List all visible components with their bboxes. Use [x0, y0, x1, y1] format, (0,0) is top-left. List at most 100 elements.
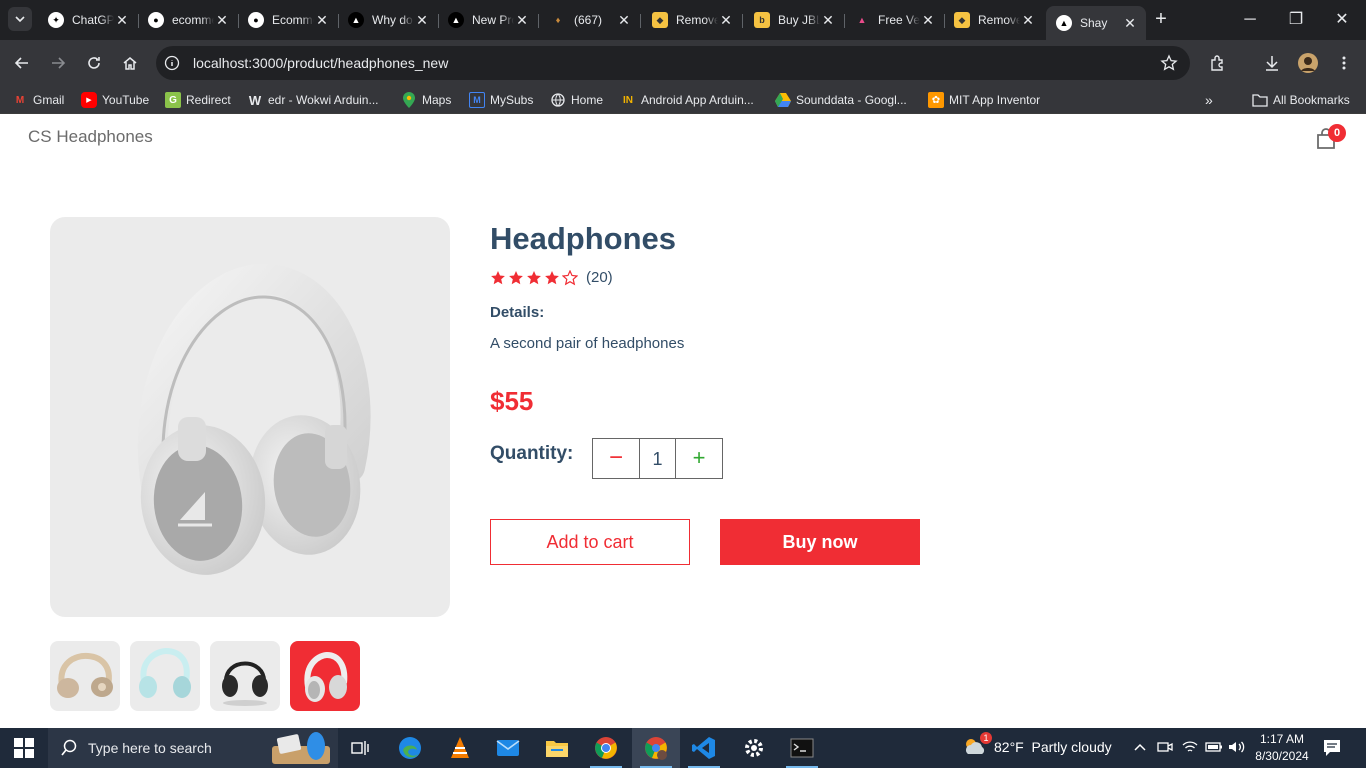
bookmark-android-app[interactable]: IN Android App Arduin... — [620, 92, 754, 108]
address-bar[interactable]: localhost:3000/product/headphones_new — [156, 46, 1190, 80]
profile-avatar[interactable] — [1296, 51, 1320, 75]
reload-button[interactable] — [82, 51, 106, 75]
browser-menu-button[interactable] — [1332, 51, 1356, 75]
bookmark-star-icon[interactable] — [1160, 54, 1178, 77]
buy-now-button[interactable]: Buy now — [720, 519, 920, 565]
close-icon[interactable]: ✕ — [920, 12, 936, 29]
tab-ecommerce[interactable]: ● ecommerce ✕ — [138, 6, 239, 34]
tab-remove-2[interactable]: ◆ Remove ✕ — [944, 6, 1044, 34]
downloads-button[interactable] — [1260, 51, 1284, 75]
settings-app[interactable] — [730, 728, 778, 768]
tab-667[interactable]: ♦ (667) ✕ — [540, 6, 641, 34]
star-filled-icon — [491, 270, 505, 284]
tab-why-do[interactable]: ▲ Why do ✕ — [338, 6, 439, 34]
system-clock[interactable]: 1:17 AM 8/30/2024 — [1250, 731, 1314, 765]
back-button[interactable] — [10, 51, 34, 75]
bookmark-mysubs[interactable]: M MySubs — [469, 92, 533, 108]
file-explorer-app[interactable] — [533, 728, 581, 768]
close-icon[interactable]: ✕ — [314, 12, 330, 29]
tab-remove[interactable]: ◆ Remove ✕ — [642, 6, 743, 34]
wokwi-icon: W — [248, 92, 262, 108]
extensions-button[interactable] — [1206, 51, 1230, 75]
product-price: $55 — [490, 386, 534, 416]
headphones-thumb-icon — [139, 647, 191, 698]
meet-now-icon[interactable] — [1157, 740, 1173, 757]
weather-widget[interactable]: 1 82°F Partly cloudy — [962, 732, 1112, 758]
forward-button[interactable] — [46, 51, 70, 75]
close-icon[interactable]: ✕ — [414, 12, 430, 29]
tab-search-button[interactable] — [8, 7, 32, 31]
task-view-button[interactable] — [336, 728, 384, 768]
globe-icon — [550, 92, 566, 108]
close-icon[interactable]: ✕ — [616, 12, 632, 29]
maps-icon — [401, 92, 417, 108]
close-icon[interactable]: ✕ — [1020, 12, 1036, 29]
minimize-button[interactable]: ─ — [1238, 8, 1262, 32]
bookmark-home[interactable]: Home — [550, 92, 603, 108]
tab-buy-jbl[interactable]: b Buy JBL ✕ — [744, 6, 845, 34]
quantity-value: 1 — [640, 439, 676, 478]
show-hidden-icons-chevron[interactable] — [1133, 740, 1147, 757]
edge-app[interactable] — [386, 728, 434, 768]
start-button[interactable] — [14, 738, 34, 758]
vscode-app[interactable] — [680, 728, 728, 768]
vercel-icon: ▲ — [1056, 15, 1072, 31]
increase-quantity-button[interactable]: + — [676, 439, 722, 478]
avatar-icon — [1298, 53, 1318, 73]
chrome-profile-app[interactable] — [632, 728, 680, 768]
close-icon[interactable]: ✕ — [514, 12, 530, 29]
taskbar-search[interactable]: Type here to search — [48, 728, 338, 768]
remove-bg-icon: ◆ — [652, 12, 668, 28]
tab-ecommerce-2[interactable]: ● Ecommerce ✕ — [238, 6, 339, 34]
site-info-icon[interactable] — [164, 55, 180, 76]
add-to-cart-button[interactable]: Add to cart — [490, 519, 690, 565]
thumbnail-beige-headphones[interactable] — [50, 641, 120, 711]
close-icon[interactable]: ✕ — [718, 12, 734, 29]
chrome-app[interactable] — [582, 728, 630, 768]
star-filled-icon — [527, 270, 541, 284]
vlc-icon — [451, 737, 469, 758]
tab-shay-active[interactable]: ▲ Shay ✕ — [1046, 6, 1146, 40]
restore-button[interactable]: ❐ — [1284, 8, 1308, 32]
all-bookmarks[interactable]: All Bookmarks — [1252, 92, 1350, 108]
drive-icon — [775, 92, 791, 108]
vlc-app[interactable] — [436, 728, 484, 768]
weather-text: 82°F Partly cloudy — [994, 739, 1112, 755]
product-page: CS Headphones 0 Headphones (20) Details:… — [0, 121, 1366, 728]
volume-icon[interactable] — [1228, 740, 1246, 757]
bookmark-youtube[interactable]: ▶ YouTube — [81, 92, 149, 108]
close-window-button[interactable]: ✕ — [1330, 8, 1354, 32]
close-icon[interactable]: ✕ — [1122, 15, 1138, 32]
site-logo[interactable]: CS Headphones — [28, 127, 153, 147]
wifi-icon[interactable] — [1182, 740, 1198, 757]
close-icon[interactable]: ✕ — [820, 12, 836, 29]
bookmark-maps[interactable]: Maps — [401, 92, 451, 108]
close-icon[interactable]: ✕ — [214, 12, 230, 29]
notification-center-icon[interactable] — [1322, 738, 1342, 763]
bookmark-wokwi[interactable]: W edr - Wokwi Arduin... — [247, 92, 379, 108]
home-button[interactable] — [118, 51, 142, 75]
thumbnail-mint-headphones[interactable] — [130, 641, 200, 711]
decrease-quantity-button[interactable]: − — [593, 439, 640, 478]
terminal-app[interactable] — [778, 728, 826, 768]
bookmark-mit-app-inventor[interactable]: ✿ MIT App Inventor — [928, 92, 1040, 108]
tab-label: (667) — [574, 13, 603, 27]
tab-free-vector[interactable]: ▲ Free Vector ✕ — [844, 6, 945, 34]
bookmarks-overflow[interactable]: » — [1205, 92, 1213, 108]
quantity-stepper: − 1 + — [592, 438, 723, 479]
tab-label: Buy JBL — [778, 13, 820, 27]
thumbnail-black-headphones[interactable] — [210, 641, 280, 711]
tab-new-project[interactable]: ▲ New Project ✕ — [438, 6, 539, 34]
bookmark-sounddata[interactable]: Sounddata - Googl... — [775, 92, 907, 108]
close-icon[interactable]: ✕ — [114, 12, 130, 29]
new-tab-button[interactable]: + — [1150, 8, 1172, 30]
bookmark-gmail[interactable]: M Gmail — [12, 92, 65, 108]
tab-chatgpt[interactable]: ✦ ChatGPT ✕ — [38, 6, 139, 34]
mail-app[interactable] — [484, 728, 532, 768]
battery-icon[interactable] — [1205, 740, 1223, 757]
thumbnail-white-headphones[interactable] — [290, 641, 360, 711]
bookmark-label: Maps — [422, 93, 452, 107]
url-text[interactable]: localhost:3000/product/headphones_new — [193, 55, 448, 71]
bookmark-redirect[interactable]: G Redirect — [165, 92, 231, 108]
chevron-down-icon — [15, 16, 25, 23]
